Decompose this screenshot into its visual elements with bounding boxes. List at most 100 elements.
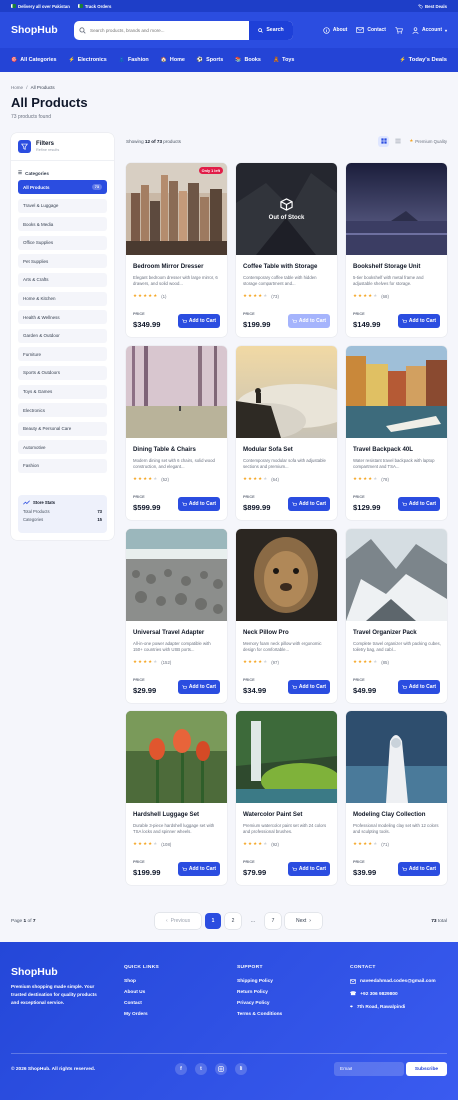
facebook-icon[interactable]: f (175, 1063, 187, 1075)
category-item[interactable]: Office Supplies (18, 235, 107, 250)
product-card[interactable]: Bookshelf Storage Unit 5-tier bookshelf w… (346, 163, 447, 337)
nav-home[interactable]: 🏠 Home (161, 57, 185, 63)
nav-all-categories[interactable]: 🎯 All Categories (11, 57, 56, 63)
product-image[interactable] (346, 711, 447, 803)
category-item[interactable]: Books & Media (18, 217, 107, 232)
product-title[interactable]: Hardshell Luggage Set (133, 811, 199, 818)
product-title[interactable]: Bookshelf Storage Unit (353, 263, 420, 270)
category-item[interactable]: Garden & Outdoor (18, 328, 107, 343)
footer-link-about[interactable]: About Us (124, 990, 159, 995)
search-input[interactable] (90, 27, 249, 33)
add-to-cart-button[interactable]: Add to Cart (178, 497, 220, 511)
add-to-cart-button[interactable]: Add to Cart (178, 862, 220, 876)
contact-phone[interactable]: ☎ +92 306 9829800 (350, 991, 436, 997)
nav-books[interactable]: 📚 Books (235, 57, 261, 63)
product-image[interactable] (346, 163, 447, 255)
add-to-cart-button[interactable]: Add to Cart (398, 862, 440, 876)
category-item[interactable]: Health & Wellness (18, 310, 107, 325)
nav-electronics[interactable]: ⚡ Electronics (68, 57, 106, 63)
product-image[interactable] (346, 346, 447, 438)
account-menu[interactable]: Account ▾ (412, 26, 447, 34)
category-item[interactable]: Home & Kitchen (18, 291, 107, 306)
category-item[interactable]: Sports & Outdoors (18, 365, 107, 380)
add-to-cart-button[interactable]: Add to Cart (398, 497, 440, 511)
product-card[interactable]: Only 1 left Bedroom Mirror Dresser Elegant… (126, 163, 227, 337)
todays-deals-link[interactable]: ⚡ Today's Deals (399, 57, 447, 63)
previous-page-button[interactable]: ‹ Previous (155, 913, 201, 929)
add-to-cart-button[interactable]: Add to Cart (288, 680, 330, 694)
footer-link-terms[interactable]: Terms & Conditions (237, 1012, 282, 1017)
nav-sports[interactable]: ⚽ Sports (197, 57, 223, 63)
product-title[interactable]: Neck Pillow Pro (243, 629, 289, 636)
product-card[interactable]: Out of Stock Coffee Table with Storage Con… (236, 163, 337, 337)
track-orders-link[interactable]: Track Orders (77, 4, 111, 9)
logo[interactable]: ShopHub (11, 24, 74, 36)
product-card[interactable]: Hardshell Luggage Set Durable 3-piece har… (126, 711, 227, 885)
product-card[interactable]: Neck Pillow Pro Memory foam neck pillow w… (236, 529, 337, 703)
add-to-cart-button[interactable]: Add to Cart (288, 497, 330, 511)
product-image[interactable] (126, 346, 227, 438)
product-card[interactable]: Modeling Clay Collection Professional mod… (346, 711, 447, 885)
product-card[interactable]: Dining Table & Chairs Modern dining set w… (126, 346, 227, 520)
product-image[interactable] (236, 346, 337, 438)
footer-link-return[interactable]: Return Policy (237, 990, 282, 995)
footer-link-contact[interactable]: Contact (124, 1001, 159, 1006)
footer-link-shipping[interactable]: Shipping Policy (237, 979, 282, 984)
category-item[interactable]: Beauty & Personal Care (18, 421, 107, 436)
add-to-cart-button[interactable]: Add to Cart (178, 680, 220, 694)
category-item[interactable]: Arts & Crafts (18, 272, 107, 287)
best-deals-link[interactable]: 🏷 Best Deals (418, 4, 447, 9)
grid-view-button[interactable] (378, 135, 390, 147)
breadcrumb-home[interactable]: Home (11, 85, 23, 90)
product-title[interactable]: Bedroom Mirror Dresser (133, 263, 203, 270)
product-image[interactable] (126, 529, 227, 621)
category-item[interactable]: Automotive (18, 440, 107, 455)
page-7-button[interactable]: 7 (265, 913, 281, 929)
page-2-button[interactable]: 2 (225, 913, 241, 929)
linkedin-icon[interactable]: li (235, 1063, 247, 1075)
subscribe-button[interactable]: Subscribe (406, 1062, 447, 1076)
product-image[interactable] (236, 529, 337, 621)
category-item[interactable]: All Products 73 (18, 180, 107, 194)
list-view-button[interactable] (392, 136, 403, 147)
add-to-cart-button[interactable]: Add to Cart (398, 680, 440, 694)
product-image[interactable] (346, 529, 447, 621)
product-title[interactable]: Dining Table & Chairs (133, 446, 196, 453)
next-page-button[interactable]: Next › (285, 913, 322, 929)
add-to-cart-button[interactable]: Add to Cart (288, 862, 330, 876)
product-card[interactable]: Universal Travel Adapter All-in-one power… (126, 529, 227, 703)
product-title[interactable]: Travel Backpack 40L (353, 446, 413, 453)
product-card[interactable]: Travel Organizer Pack Complete travel org… (346, 529, 447, 703)
product-card[interactable]: Watercolor Paint Set Premium watercolor p… (236, 711, 337, 885)
contact-email[interactable]: naveedahmad.codes@gmail.com (350, 979, 436, 984)
product-title[interactable]: Watercolor Paint Set (243, 811, 302, 818)
instagram-icon[interactable] (215, 1063, 227, 1075)
footer-link-shop[interactable]: Shop (124, 979, 159, 984)
category-item[interactable]: Travel & Luggage (18, 198, 107, 213)
category-item[interactable]: Pet Supplies (18, 254, 107, 269)
category-item[interactable]: Furniture (18, 347, 107, 362)
product-image[interactable]: Only 1 left (126, 163, 227, 255)
add-to-cart-button[interactable]: Add to Cart (288, 314, 330, 328)
product-image[interactable] (236, 711, 337, 803)
footer-link-privacy[interactable]: Privacy Policy (237, 1001, 282, 1006)
category-item[interactable]: Toys & Games (18, 384, 107, 399)
contact-link[interactable]: Contact (356, 27, 386, 33)
add-to-cart-button[interactable]: Add to Cart (178, 314, 220, 328)
add-to-cart-button[interactable]: Add to Cart (398, 314, 440, 328)
product-image[interactable] (126, 711, 227, 803)
search-button[interactable]: Search (249, 20, 293, 40)
cart-button[interactable] (395, 26, 403, 34)
nav-toys[interactable]: 🧸 Toys (273, 57, 294, 63)
product-title[interactable]: Modular Sofa Set (243, 446, 293, 453)
product-title[interactable]: Travel Organizer Pack (353, 629, 417, 636)
nav-fashion[interactable]: 👗 Fashion (119, 57, 149, 63)
product-title[interactable]: Coffee Table with Storage (243, 263, 317, 270)
product-image[interactable]: Out of Stock (236, 163, 337, 255)
category-item[interactable]: Fashion (18, 458, 107, 473)
page-1-button[interactable]: 1 (205, 913, 221, 929)
sort-premium-quality[interactable]: ★ Premium Quality (409, 138, 447, 144)
footer-link-orders[interactable]: My Orders (124, 1012, 159, 1017)
about-link[interactable]: About (323, 26, 347, 34)
product-title[interactable]: Universal Travel Adapter (133, 629, 204, 636)
